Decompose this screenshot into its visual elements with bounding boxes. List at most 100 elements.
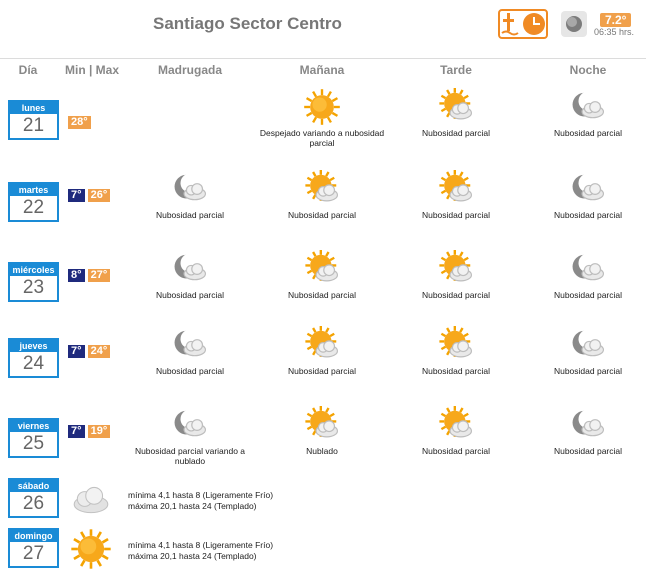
forecast-noche: Nubosidad parcial — [524, 326, 646, 376]
clock-weather-icon — [498, 9, 548, 39]
condition-text: Nubosidad parcial — [553, 210, 623, 220]
sun-cloud-icon — [258, 326, 386, 364]
day-box: viernes 25 — [8, 418, 59, 458]
moon-cloud-icon — [126, 170, 254, 208]
condition-text: Nubosidad parcial — [155, 366, 225, 376]
sun-cloud-icon — [392, 170, 520, 208]
day-number: 23 — [22, 277, 45, 298]
day-box: miércoles 23 — [8, 262, 59, 302]
day-number: 25 — [22, 433, 45, 454]
condition-text: Nubosidad parcial — [421, 446, 491, 456]
min-temperature: 8° — [68, 269, 85, 282]
condition-text: Nubosidad parcial — [553, 128, 623, 138]
sun-cloud-icon — [392, 88, 520, 126]
column-header-noche: Noche — [569, 63, 607, 77]
condition-text: Nubosidad parcial — [553, 290, 623, 300]
day-box: jueves 24 — [8, 338, 59, 378]
forecast-noche: Nubosidad parcial — [524, 250, 646, 300]
header: Santiago Sector Centro 7.2° 06:35 hrs. — [0, 0, 646, 59]
column-header-tarde: Tarde — [440, 63, 472, 77]
forecast-manana: Nubosidad parcial — [258, 326, 386, 376]
day-name: domingo — [10, 530, 57, 542]
day-name: martes — [10, 184, 57, 196]
sun-cloud-icon — [258, 250, 386, 288]
forecast-noche: Nubosidad parcial — [524, 88, 646, 138]
max-range: máxima 20,1 hasta 24 (Templado) — [128, 501, 257, 511]
day-name: lunes — [10, 102, 57, 114]
condition-text: Nubosidad parcial — [421, 366, 491, 376]
condition-text: Nubosidad parcial — [421, 128, 491, 138]
max-range: máxima 20,1 hasta 24 (Templado) — [128, 551, 257, 561]
sun-icon — [258, 88, 386, 126]
forecast-noche: Nubosidad parcial — [524, 170, 646, 220]
sun-cloud-icon — [392, 326, 520, 364]
moon-icon — [561, 11, 587, 37]
page-title: Santiago Sector Centro — [153, 14, 342, 33]
current-temperature: 7.2° — [600, 13, 632, 27]
forecast-manana: Despejado variando a nubosidad parcial — [258, 88, 386, 148]
forecast-manana: Nubosidad parcial — [258, 170, 386, 220]
day-number: 21 — [22, 115, 45, 136]
sun-icon — [70, 528, 112, 575]
day-number: 24 — [22, 353, 45, 374]
forecast-manana: Nubosidad parcial — [258, 250, 386, 300]
min-max: 7° 26° — [68, 189, 111, 202]
condition-text: Nubosidad parcial — [287, 366, 357, 376]
condition-text: Nubosidad parcial — [553, 366, 623, 376]
moon-cloud-icon — [524, 250, 646, 288]
condition-text: Nubosidad parcial — [287, 210, 357, 220]
forecast-madrugada: Nubosidad parcial — [126, 326, 254, 376]
day-number: 22 — [22, 197, 45, 218]
condition-text: Nubosidad parcial — [287, 290, 357, 300]
sun-cloud-icon — [258, 170, 386, 208]
condition-text: Nubosidad parcial — [421, 290, 491, 300]
max-temperature: 27° — [87, 269, 111, 282]
extended-text: mínima 4,1 hasta 8 (Ligeramente Frío) má… — [128, 490, 273, 512]
day-name: sábado — [10, 480, 57, 492]
day-box: domingo 27 — [8, 528, 59, 568]
condition-text: Nubosidad parcial — [155, 290, 225, 300]
forecast-tarde: Nubosidad parcial — [392, 250, 520, 300]
moon-cloud-icon — [524, 406, 646, 444]
min-range: mínima 4,1 hasta 8 (Ligeramente Frío) — [128, 490, 274, 500]
day-box: lunes 21 — [8, 100, 59, 140]
moon-cloud-icon — [524, 88, 646, 126]
moon-cloud-icon — [126, 250, 254, 288]
forecast-madrugada: Nubosidad parcial variando a nublado — [126, 406, 254, 466]
max-temperature: 28° — [68, 116, 91, 129]
forecast-tarde: Nubosidad parcial — [392, 88, 520, 138]
min-temperature: 7° — [68, 345, 85, 358]
condition-text: Nubosidad parcial — [553, 446, 623, 456]
moon-cloud-icon — [524, 170, 646, 208]
forecast-tarde: Nubosidad parcial — [392, 326, 520, 376]
min-max: 28° — [68, 116, 91, 129]
moon-cloud-icon — [126, 326, 254, 364]
min-range: mínima 4,1 hasta 8 (Ligeramente Frío) — [128, 540, 274, 550]
min-temperature: 7° — [68, 189, 85, 202]
sun-cloud-icon — [392, 250, 520, 288]
day-number: 27 — [22, 543, 45, 564]
sun-cloud-icon — [258, 406, 386, 444]
column-header-manana: Mañana — [299, 63, 345, 77]
max-temperature: 26° — [87, 189, 111, 202]
column-header-minmax: Min | Max — [64, 63, 120, 77]
sun-cloud-icon — [392, 406, 520, 444]
extended-text: mínima 4,1 hasta 8 (Ligeramente Frío) má… — [128, 540, 273, 562]
moon-cloud-icon — [126, 406, 254, 444]
forecast-manana: Nublado — [258, 406, 386, 456]
min-max: 7° 19° — [68, 425, 111, 438]
day-name: jueves — [10, 340, 57, 352]
max-temperature: 19° — [87, 425, 111, 438]
min-temperature: 7° — [68, 425, 85, 438]
forecast-tarde: Nubosidad parcial — [392, 170, 520, 220]
forecast-noche: Nubosidad parcial — [524, 406, 646, 456]
condition-text: Nubosidad parcial variando a nublado — [134, 446, 246, 466]
column-header-madrugada: Madrugada — [157, 63, 222, 77]
day-name: miércoles — [10, 264, 57, 276]
condition-text: Nubosidad parcial — [155, 210, 225, 220]
day-name: viernes — [10, 420, 57, 432]
column-header-dia: Día — [18, 63, 38, 77]
condition-text: Despejado variando a nubosidad parcial — [259, 128, 385, 148]
current-time: 06:35 hrs. — [594, 27, 635, 37]
day-box: martes 22 — [8, 182, 59, 222]
